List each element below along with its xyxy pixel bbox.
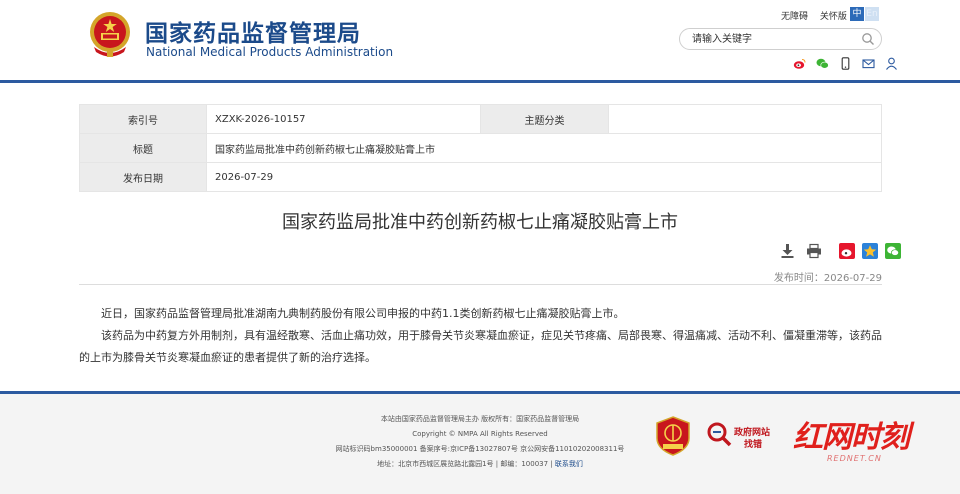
party-gov-badge-icon[interactable] (655, 416, 691, 456)
topic-value (608, 104, 882, 134)
lang-en-button[interactable]: En (865, 7, 879, 21)
user-icon[interactable] (885, 55, 898, 70)
article-paragraph: 该药品为中药复方外用制剂，具有温经散寒、活血止痛功效，用于膝骨关节炎寒凝血瘀证，… (79, 329, 882, 364)
info-table: 索引号 XZXK-2026-10157 主题分类 标题 国家药监局批准中药创新药… (79, 104, 882, 192)
accessibility-link[interactable]: 无障碍 (781, 12, 808, 22)
index-label: 索引号 (79, 104, 207, 134)
title-value: 国家药监局批准中药创新药椒七止痛凝胶贴膏上市 (206, 133, 882, 163)
search-icon[interactable] (861, 32, 875, 46)
content-divider (79, 284, 882, 285)
date-value: 2026-07-29 (206, 162, 882, 192)
footer-copyright: Copyright © NMPA All Rights Reserved (412, 430, 548, 438)
share-qzone-icon[interactable] (862, 243, 879, 259)
top-links: 无障碍 关怀版 (781, 9, 856, 22)
info-row-date: 发布日期 2026-07-29 (79, 162, 882, 192)
wechat-icon[interactable] (816, 55, 829, 69)
share-weibo-icon[interactable] (839, 243, 856, 259)
index-value: XZXK-2026-10157 (206, 104, 481, 134)
info-row-title: 标题 国家药监局批准中药创新药椒七止痛凝胶贴膏上市 (79, 133, 882, 163)
print-icon[interactable] (806, 243, 822, 259)
article-title: 国家药监局批准中药创新药椒七止痛凝胶贴膏上市 (282, 212, 678, 233)
footer-address: 地址：北京市西城区展览路北露园1号 | 邮编：100037 | (377, 460, 553, 468)
publish-time: 发布时间：2026-07-29 (773, 273, 882, 284)
search-input[interactable] (692, 32, 852, 46)
title-label: 标题 (79, 133, 207, 163)
article-paragraph: 近日，国家药品监督管理局批准湖南九典制药股份有限公司申报的中药1.1类创新药椒七… (101, 307, 625, 320)
page: 国家药品监督管理局 National Medical Products Admi… (0, 0, 960, 494)
topic-label: 主题分类 (480, 104, 609, 134)
footer-info: 本站由国家药品监督管理局主办 版权所有：国家药品监督管理局 Copyright … (280, 412, 680, 472)
email-icon[interactable] (862, 55, 875, 69)
download-icon[interactable] (780, 243, 795, 259)
find-error-label: 找错 (744, 440, 763, 450)
info-row-index: 索引号 XZXK-2026-10157 主题分类 (79, 104, 882, 134)
mobile-icon[interactable] (839, 55, 852, 70)
header-divider (0, 80, 960, 83)
watermark-main: 红网时刻 (793, 420, 910, 455)
date-label: 发布日期 (79, 162, 207, 192)
article-body: 近日，国家药品监督管理局批准湖南九典制药股份有限公司申报的中药1.1类创新药椒七… (79, 303, 882, 369)
gov-site-error-report[interactable]: 政府网站 找错 (706, 421, 786, 450)
contact-us-link[interactable]: 联系我们 (555, 460, 583, 468)
national-emblem-icon[interactable] (88, 11, 132, 58)
site-title-cn[interactable]: 国家药品监督管理局 (145, 14, 361, 48)
article-tools (780, 243, 902, 259)
lang-zh-button[interactable]: 中 (850, 7, 864, 21)
footer-address-row: 地址：北京市西城区展览路北露园1号 | 邮编：100037 | 联系我们 (280, 457, 680, 472)
watermark-sub: REDNET.CN (827, 454, 882, 463)
care-mode-link[interactable]: 关怀版 (820, 12, 847, 22)
footer-sponsor: 本站由国家药品监督管理局主办 版权所有：国家药品监督管理局 (380, 415, 580, 423)
footer-registration: 网站标识码bm35000001 备案序号:京ICP备13027807号 京公网安… (335, 445, 625, 453)
share-wechat-icon[interactable] (885, 243, 902, 259)
weibo-icon[interactable] (793, 55, 806, 69)
site-footer: 本站由国家药品监督管理局主办 版权所有：国家药品监督管理局 Copyright … (0, 394, 960, 494)
site-header: 国家药品监督管理局 National Medical Products Admi… (0, 0, 960, 80)
error-report-icon (707, 422, 732, 447)
rednet-watermark: 红网时刻 REDNET.CN (793, 412, 938, 470)
site-title-en[interactable]: National Medical Products Administration (146, 45, 393, 59)
social-icons (793, 55, 903, 70)
search-box (679, 28, 882, 50)
